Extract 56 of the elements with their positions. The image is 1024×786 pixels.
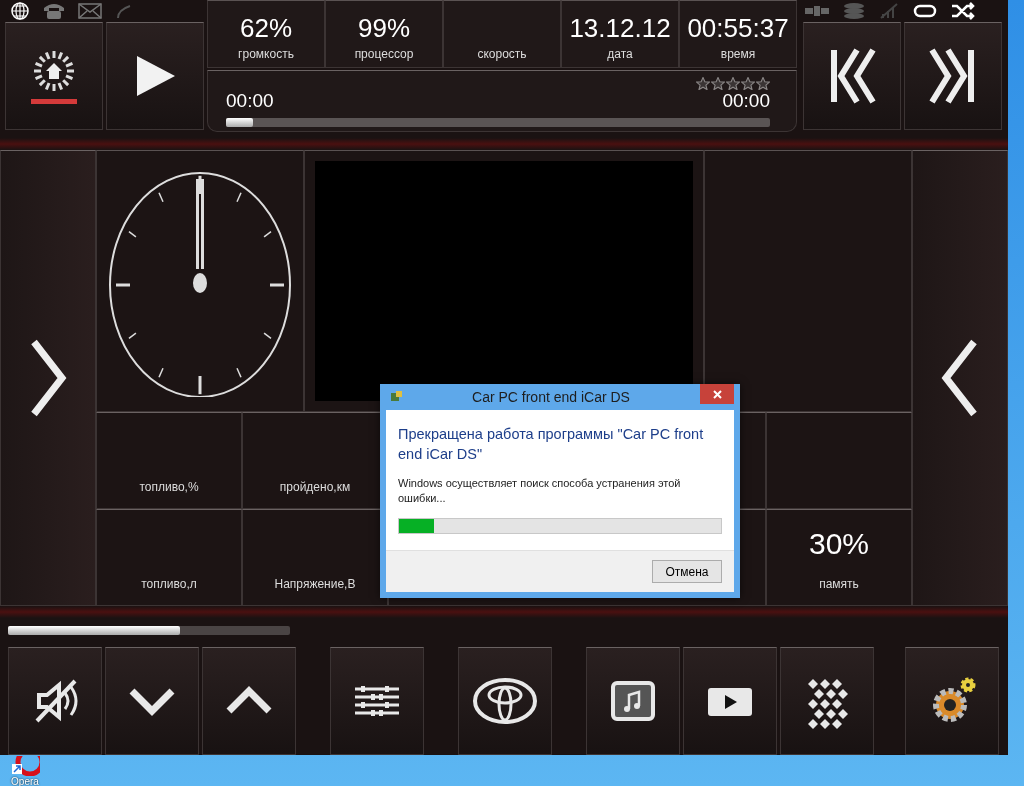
home-icon	[32, 48, 76, 93]
gear-button[interactable]	[905, 647, 999, 755]
info-value: 99%	[357, 13, 410, 43]
dialog-title: Car PC front end iCar DS	[471, 389, 631, 405]
browser-shortcut-icon	[10, 756, 40, 776]
previous-button[interactable]	[803, 22, 901, 130]
star-icon	[756, 77, 770, 90]
volume-slider[interactable]	[8, 626, 290, 635]
database-icon	[843, 2, 865, 20]
shuffle-icon	[951, 2, 975, 20]
chevron-right-icon	[28, 338, 68, 419]
mute-button[interactable]	[8, 647, 102, 755]
app-icon	[390, 390, 404, 404]
car-emblem-icon	[472, 675, 538, 727]
signal-off-icon	[879, 2, 899, 20]
phone-icon	[42, 2, 66, 20]
cancel-button[interactable]: Отмена	[652, 560, 722, 583]
info-label: скорость	[477, 47, 527, 61]
duration-time: 00:00	[722, 90, 770, 112]
elapsed-time: 00:00	[226, 90, 274, 112]
star-icon	[741, 77, 755, 90]
music-button[interactable]	[586, 647, 680, 755]
repeat-icon	[913, 2, 937, 20]
info-label: время	[720, 47, 756, 61]
envelope-icon	[78, 2, 102, 20]
close-button[interactable]	[700, 384, 734, 404]
grid-button[interactable]	[780, 647, 874, 755]
up-button[interactable]	[202, 647, 296, 755]
down-button[interactable]	[105, 647, 199, 755]
info-label: громкость	[238, 47, 294, 61]
star-icon	[711, 77, 725, 90]
info-label: процессор	[354, 47, 414, 61]
star-icon	[726, 77, 740, 90]
info-value: 62%	[239, 13, 292, 43]
dialog-heading: Прекращена работа программы "Car PC front end iCar DS"	[398, 425, 705, 464]
globe-icon	[10, 1, 30, 21]
gauge-label: топливо,%	[139, 480, 199, 495]
info-label: дата	[607, 47, 633, 61]
info-value: 13.12.12	[569, 13, 671, 43]
car-button[interactable]	[458, 647, 552, 755]
home-button[interactable]	[5, 22, 103, 130]
gauge-label: память	[819, 577, 859, 592]
eq-button[interactable]	[330, 647, 424, 755]
video-button[interactable]	[683, 647, 777, 755]
next-button[interactable]	[904, 22, 1002, 130]
play-button[interactable]	[106, 22, 204, 130]
dialog-message: Windows осуществляет поиск способа устранения этой ошибки...	[398, 476, 682, 506]
info-value: 00:55:37	[687, 13, 789, 43]
star-icon	[696, 77, 710, 90]
gauge-label: топливо,л	[141, 577, 197, 592]
gauge-label: пройдено,км	[279, 480, 351, 495]
close-icon	[712, 389, 722, 399]
gauge-value: 30%	[808, 527, 869, 562]
gauge-label: Напряжение,В	[274, 577, 356, 592]
satellite-icon	[805, 4, 829, 18]
seek-track[interactable]	[226, 118, 770, 127]
